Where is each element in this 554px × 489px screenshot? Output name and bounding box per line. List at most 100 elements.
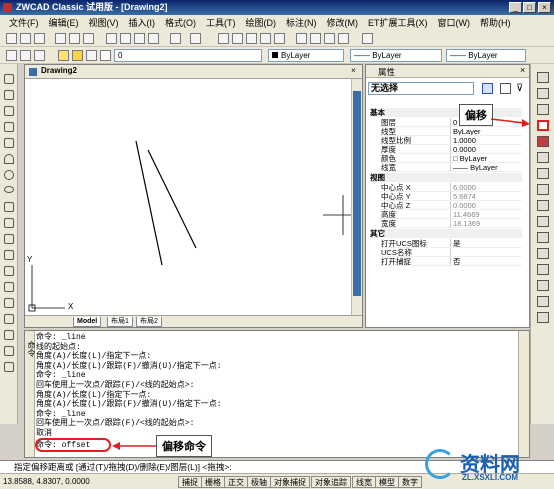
erase-icon[interactable] (537, 72, 549, 83)
cut-icon[interactable] (106, 33, 117, 44)
undo-icon[interactable] (170, 33, 181, 44)
zoom-realtime-icon[interactable] (232, 33, 243, 44)
maximize-button[interactable]: □ (523, 2, 536, 13)
point-icon[interactable] (4, 266, 14, 276)
copy-icon[interactable] (120, 33, 131, 44)
prop-row[interactable]: UCS名称 (380, 248, 522, 257)
match-properties-icon[interactable] (148, 33, 159, 44)
tab-layout1[interactable]: 布局1 (107, 317, 133, 327)
stretch-icon[interactable] (537, 200, 549, 211)
preview-icon[interactable] (69, 33, 80, 44)
layer-color-icon[interactable] (100, 50, 111, 61)
spline-icon[interactable] (4, 202, 14, 212)
line-icon[interactable] (4, 74, 14, 84)
rectangle-icon[interactable] (4, 138, 14, 148)
panel-close-icon[interactable]: × (520, 65, 525, 75)
quick-select-icon[interactable] (482, 83, 493, 94)
otrack-button[interactable]: 对象追踪 (311, 476, 351, 488)
circle-icon[interactable] (4, 170, 14, 180)
hatch-icon[interactable] (4, 282, 14, 292)
select-objects-icon[interactable] (500, 83, 511, 94)
lineweight-button[interactable]: 线宽 (352, 476, 376, 488)
menu-file[interactable]: 文件(F) (4, 16, 44, 29)
zoom-previous-icon[interactable] (260, 33, 271, 44)
command-window[interactable]: 命令 命令: _line 线的起始点: 角度(A)/长度(L)/指定下一点: 角… (24, 330, 530, 458)
menu-modify[interactable]: 修改(M) (322, 16, 364, 29)
ortho-button[interactable]: 正交 (224, 476, 248, 488)
digitizer-button[interactable]: 数字 (398, 476, 422, 488)
linetype-dropdown[interactable]: —— ByLayer (350, 49, 442, 62)
scroll-thumb[interactable] (353, 91, 361, 296)
menu-edit[interactable]: 编辑(E) (44, 16, 84, 29)
model-button[interactable]: 模型 (375, 476, 399, 488)
layer-manager-icon[interactable] (6, 50, 17, 61)
arc-icon[interactable] (4, 154, 14, 164)
publish-icon[interactable] (83, 33, 94, 44)
join-icon[interactable] (537, 264, 549, 275)
fillet-icon[interactable] (537, 296, 549, 307)
layer-states-icon[interactable] (34, 50, 45, 61)
explode-icon[interactable] (537, 312, 549, 323)
command-scrollbar[interactable] (518, 331, 529, 457)
close-button[interactable]: × (538, 2, 551, 13)
menu-insert[interactable]: 插入(I) (124, 16, 161, 29)
menu-tools[interactable]: 工具(T) (201, 16, 241, 29)
offset-icon[interactable] (537, 120, 549, 131)
group-view[interactable]: 视图 (370, 173, 522, 182)
ellipse-icon[interactable] (4, 186, 14, 193)
properties-icon[interactable] (296, 33, 307, 44)
help-icon[interactable] (362, 33, 373, 44)
prop-row[interactable]: 打开UCS图标是 (380, 239, 522, 248)
menu-draw[interactable]: 绘图(D) (241, 16, 282, 29)
save-icon[interactable] (34, 33, 45, 44)
menu-help[interactable]: 帮助(H) (475, 16, 516, 29)
print-icon[interactable] (55, 33, 66, 44)
insert-block-icon[interactable] (4, 234, 14, 244)
array-icon[interactable] (537, 136, 549, 147)
drawing-canvas[interactable]: Y X (25, 79, 351, 315)
table-insert-icon[interactable] (4, 362, 14, 372)
vertical-scrollbar[interactable] (351, 79, 362, 315)
paste-icon[interactable] (134, 33, 145, 44)
grid-button[interactable]: 栅格 (201, 476, 225, 488)
prop-row[interactable]: 厚度 0.0000 (380, 145, 522, 154)
extend-icon[interactable] (537, 232, 549, 243)
tab-layout2[interactable]: 布局2 (136, 317, 162, 327)
rotate-icon[interactable] (537, 168, 549, 179)
polar-button[interactable]: 极轴 (247, 476, 271, 488)
region-icon[interactable] (4, 314, 14, 324)
mtext-icon[interactable] (4, 346, 14, 356)
lineweight-dropdown[interactable]: —— ByLayer (446, 49, 526, 62)
menu-et-tools[interactable]: ET扩展工具(X) (363, 16, 433, 29)
chamfer-icon[interactable] (537, 280, 549, 291)
prop-row[interactable]: 颜色 □ ByLayer (380, 154, 522, 163)
snap-button[interactable]: 捕捉 (178, 476, 202, 488)
zoom-extents-icon[interactable] (274, 33, 285, 44)
design-center-icon[interactable] (310, 33, 321, 44)
construction-line-icon[interactable] (4, 90, 14, 100)
minimize-button[interactable]: _ (509, 2, 522, 13)
color-dropdown[interactable]: ByLayer (268, 49, 344, 62)
trim-icon[interactable] (537, 216, 549, 227)
group-other[interactable]: 其它 (370, 229, 522, 238)
new-icon[interactable] (6, 33, 17, 44)
pan-icon[interactable] (218, 33, 229, 44)
osnap-button[interactable]: 对象捕捉 (270, 476, 310, 488)
scale-icon[interactable] (537, 184, 549, 195)
prop-row[interactable]: 线型 ByLayer (380, 127, 522, 136)
prop-row[interactable]: 线型比例 1.0000 (380, 136, 522, 145)
layer-previous-icon[interactable] (20, 50, 31, 61)
tool-palette-icon[interactable] (324, 33, 335, 44)
break-icon[interactable] (537, 248, 549, 259)
drawing-close-icon[interactable]: × (351, 66, 356, 75)
lightbulb-icon[interactable] (58, 50, 69, 61)
move-icon[interactable] (537, 152, 549, 163)
zoom-window-icon[interactable] (246, 33, 257, 44)
menu-view[interactable]: 视图(V) (84, 16, 124, 29)
sun-icon[interactable] (72, 50, 83, 61)
prop-row[interactable]: 打开捕捉否 (380, 257, 522, 266)
open-icon[interactable] (20, 33, 31, 44)
mirror-icon[interactable] (537, 104, 549, 115)
cloud-icon[interactable] (4, 218, 14, 228)
prop-row[interactable]: 线宽 —— ByLayer (380, 163, 522, 172)
